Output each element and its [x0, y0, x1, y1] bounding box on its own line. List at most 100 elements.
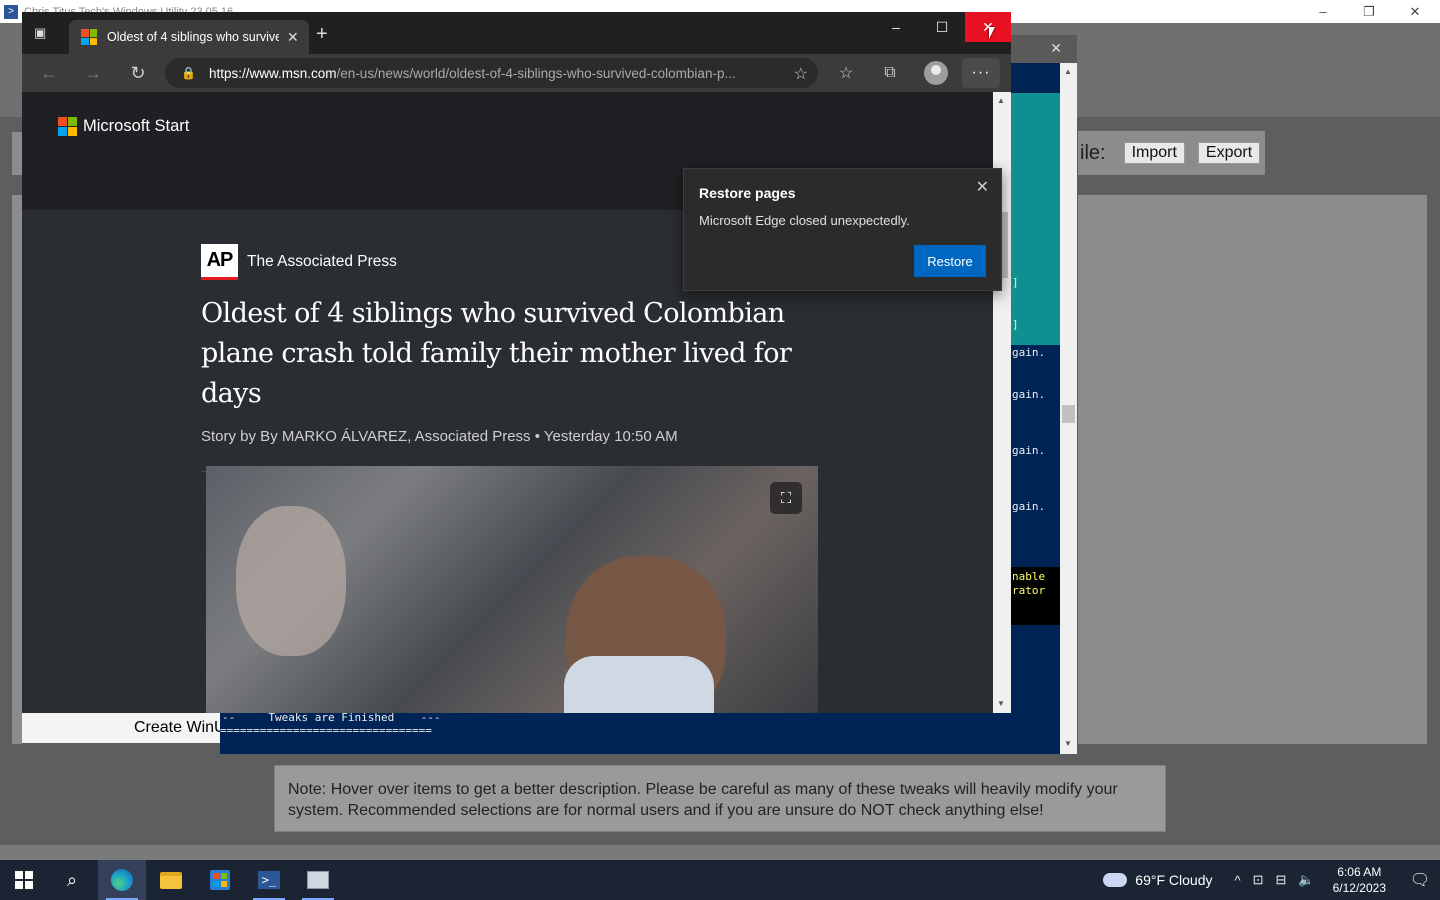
- favorites-icon[interactable]: ☆: [835, 62, 857, 84]
- taskbar-file-explorer[interactable]: [147, 860, 195, 900]
- edge-browser-window: ▣ Oldest of 4 siblings who survived ✕ + …: [22, 12, 1011, 713]
- search-icon[interactable]: ⌕: [48, 860, 96, 900]
- add-favorite-icon[interactable]: ☆: [794, 64, 808, 84]
- restore-popup-message: Microsoft Edge closed unexpectedly.: [699, 213, 910, 228]
- console-close-button[interactable]: ✕: [1050, 40, 1062, 57]
- export-button[interactable]: Export: [1197, 142, 1261, 164]
- restore-popup-title: Restore pages: [699, 185, 796, 201]
- collections-icon[interactable]: ⧉: [879, 62, 901, 84]
- console-scrollbar[interactable]: ▲ ▼: [1060, 63, 1077, 754]
- console-scroll-thumb[interactable]: [1062, 405, 1075, 423]
- article-hero-image[interactable]: ⛶: [206, 466, 818, 713]
- profile-avatar[interactable]: [924, 61, 948, 85]
- console-separator-line: ================================: [220, 724, 432, 737]
- edge-icon: [111, 869, 133, 891]
- utility-left-panel: [12, 195, 22, 744]
- console-line: ]: [1012, 276, 1019, 289]
- config-file-bar: ile: Import Export: [1078, 131, 1265, 175]
- taskbar-store[interactable]: [196, 860, 244, 900]
- system-tray: 69°F Cloudy ^ ⊡ ⊟ 🔈 6:06 AM 6/12/2023 🗨: [1103, 860, 1440, 900]
- windows-start-icon: [15, 871, 33, 889]
- winutil-icon: [307, 871, 329, 889]
- clock-time: 6:06 AM: [1337, 865, 1382, 879]
- url-host: https://www.msn.com: [209, 65, 337, 81]
- tab-actions-icon[interactable]: ▣: [34, 25, 52, 43]
- network-icon[interactable]: ⊟: [1276, 872, 1287, 888]
- utility-minimize-button[interactable]: –: [1300, 0, 1346, 23]
- new-tab-button[interactable]: +: [316, 24, 328, 44]
- taskbar-edge[interactable]: [98, 860, 146, 900]
- tab-active[interactable]: Oldest of 4 siblings who survived ✕: [69, 20, 309, 54]
- browser-minimize-button[interactable]: –: [873, 12, 919, 42]
- taskbar-winutil[interactable]: [294, 860, 342, 900]
- create-winutil-label: Create WinU: [134, 719, 222, 736]
- cloud-icon: [1103, 873, 1128, 887]
- expand-image-icon[interactable]: ⛶: [770, 482, 802, 514]
- notification-icon[interactable]: 🗨: [1400, 870, 1440, 890]
- clock-date: 6/12/2023: [1332, 881, 1386, 895]
- browser-toolbar: ← → ↻ 🔒 https://www.msn.com /en-us/news/…: [22, 54, 1011, 92]
- page-scroll-down-icon[interactable]: ▼: [997, 699, 1005, 708]
- restore-pages-popup: Restore pages Microsoft Edge closed unex…: [683, 168, 1002, 291]
- refresh-icon[interactable]: ↻: [127, 62, 149, 84]
- publisher-name: The Associated Press: [247, 253, 397, 270]
- config-file-label: ile:: [1080, 141, 1106, 164]
- volume-icon[interactable]: 🔈: [1298, 872, 1314, 888]
- mouse-cursor-icon: [989, 27, 995, 39]
- start-button[interactable]: [0, 860, 48, 900]
- weather-text: 69°F Cloudy: [1135, 872, 1213, 888]
- utility-right-panel: [1078, 195, 1427, 744]
- site-name: Microsoft Start: [83, 117, 190, 135]
- article-byline: Story by By MARKO ÁLVAREZ, Associated Pr…: [201, 428, 678, 445]
- microsoft-start-logo[interactable]: Microsoft Start: [58, 117, 189, 136]
- console-line: gain.: [1012, 444, 1046, 457]
- console-line: gain.: [1012, 500, 1046, 513]
- import-button[interactable]: Import: [1123, 142, 1185, 164]
- utility-app-icon: >: [4, 4, 18, 19]
- restore-popup-close-icon[interactable]: ✕: [976, 177, 989, 197]
- clock[interactable]: 6:06 AM 6/12/2023: [1333, 864, 1386, 896]
- taskbar: ⌕ >_ 69°F Cloudy ^ ⊡ ⊟ 🔈 6:06 AM 6/12/20…: [0, 860, 1440, 900]
- utility-maximize-button[interactable]: ❐: [1346, 0, 1392, 23]
- hero-figure: [236, 506, 346, 656]
- powershell-icon: >_: [258, 871, 280, 889]
- browser-close-button[interactable]: ✕: [965, 12, 1011, 42]
- tweaks-note: Note: Hover over items to get a better d…: [274, 765, 1166, 832]
- microsoft-logo-icon: [58, 117, 77, 136]
- page-scroll-up-icon[interactable]: ▲: [997, 96, 1005, 105]
- lock-icon[interactable]: 🔒: [181, 66, 196, 80]
- show-hidden-icons-icon[interactable]: ^: [1235, 873, 1241, 888]
- address-bar[interactable]: 🔒 https://www.msn.com /en-us/news/world/…: [165, 58, 818, 88]
- console-line: nable: [1012, 570, 1046, 583]
- restore-button[interactable]: Restore: [914, 245, 986, 277]
- weather-widget[interactable]: 69°F Cloudy: [1103, 872, 1213, 888]
- utility-bottom-strip: [0, 845, 1440, 860]
- console-line: ]: [1012, 318, 1019, 331]
- settings-more-button[interactable]: ···: [962, 58, 1000, 88]
- msn-favicon-icon: [81, 29, 97, 45]
- forward-icon[interactable]: →: [82, 62, 104, 84]
- utility-left-panel-top: [12, 132, 22, 175]
- taskbar-powershell[interactable]: >_: [245, 860, 293, 900]
- console-scroll-up-icon[interactable]: ▲: [1064, 67, 1072, 76]
- tab-close-icon[interactable]: ✕: [287, 29, 299, 46]
- tab-title: Oldest of 4 siblings who survived: [107, 30, 279, 44]
- hero-figure: [564, 656, 714, 713]
- meet-now-icon[interactable]: ⊡: [1253, 872, 1264, 888]
- create-winutil-shortcut-button[interactable]: Create WinU: [22, 713, 222, 743]
- console-line: rator: [1012, 584, 1046, 597]
- ap-logo-icon: AP: [201, 244, 238, 280]
- article-headline: Oldest of 4 siblings who survived Colomb…: [201, 298, 792, 409]
- web-page: Microsoft Start AP The Associated Press …: [22, 92, 1011, 713]
- back-icon[interactable]: ←: [38, 62, 60, 84]
- console-line: gain.: [1012, 346, 1046, 359]
- utility-close-button[interactable]: ✕: [1392, 0, 1438, 23]
- folder-icon: [160, 871, 182, 889]
- tab-bar: ▣ Oldest of 4 siblings who survived ✕ + …: [22, 12, 1011, 54]
- url-path: /en-us/news/world/oldest-of-4-siblings-w…: [336, 65, 736, 81]
- store-icon: [210, 870, 230, 890]
- browser-maximize-button[interactable]: ☐: [919, 12, 965, 42]
- console-line: gain.: [1012, 388, 1046, 401]
- console-highlight-block: [1010, 93, 1060, 345]
- console-scroll-down-icon[interactable]: ▼: [1064, 739, 1072, 748]
